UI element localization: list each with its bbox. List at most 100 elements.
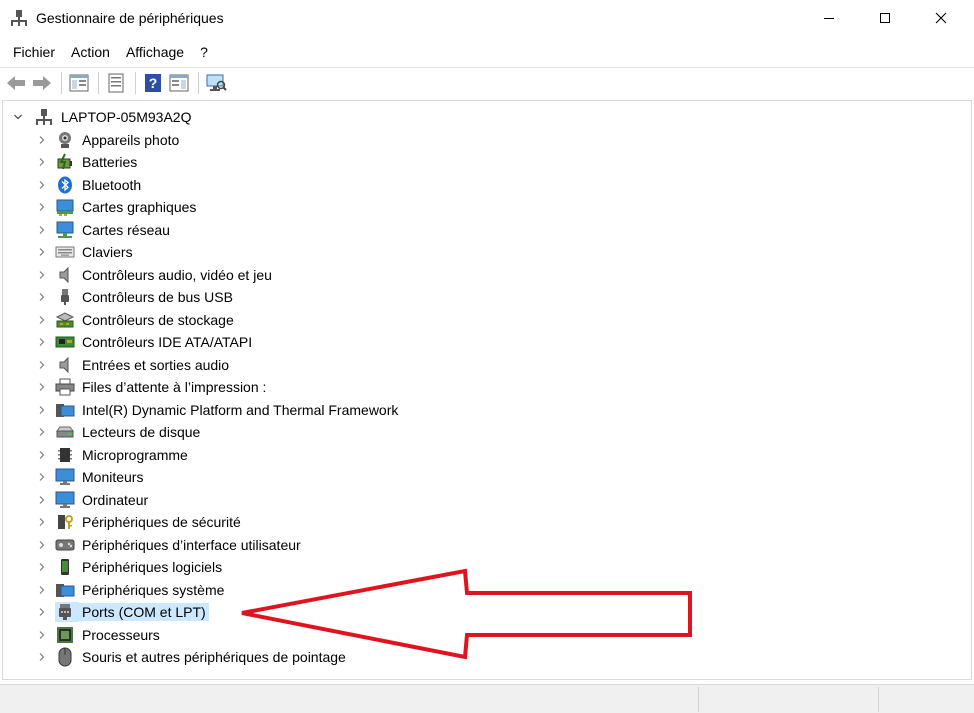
port-connector-icon [55, 602, 79, 623]
chevron-down-icon[interactable] [11, 110, 25, 124]
tree-item-batteries[interactable]: Batteries [3, 151, 971, 174]
ide-controller-icon [55, 332, 75, 352]
properties-button[interactable] [104, 71, 128, 95]
chevron-right-icon[interactable] [35, 448, 49, 462]
back-button[interactable] [4, 71, 28, 95]
tree-item-peripheriques-interface[interactable]: Périphériques d’interface utilisateur [3, 534, 971, 557]
status-bar-cell [698, 687, 878, 712]
tree-item-label: Contrôleurs IDE ATA/ATAPI [82, 334, 253, 351]
chevron-right-icon[interactable] [35, 335, 49, 349]
device-tree: LAPTOP-05M93A2Q Appareils photo Batterie… [3, 106, 971, 669]
tree-item-cartes-reseau[interactable]: Cartes réseau [3, 219, 971, 242]
system-device-icon [55, 400, 75, 420]
tree-item-label: Contrôleurs de bus USB [82, 289, 233, 306]
chevron-right-icon[interactable] [35, 200, 49, 214]
tree-item-label: Claviers [82, 244, 133, 261]
mouse-icon [55, 647, 75, 667]
firmware-chip-icon [55, 445, 75, 465]
tree-item-label: Entrées et sorties audio [82, 356, 230, 373]
tree-item-peripheriques-logiciels[interactable]: Périphériques logiciels [3, 556, 971, 579]
tree-item-moniteurs[interactable]: Moniteurs [3, 466, 971, 489]
tree-item-cartes-graphiques[interactable]: Cartes graphiques [3, 196, 971, 219]
tree-root-computer[interactable]: LAPTOP-05M93A2Q [3, 106, 971, 129]
help-icon: ? [145, 73, 161, 92]
menu-fichier[interactable]: Fichier [5, 38, 63, 66]
chevron-right-icon[interactable] [35, 380, 49, 394]
network-adapter-icon [55, 220, 75, 240]
menu-action[interactable]: Action [63, 38, 118, 66]
tree-item-lecteurs-disque[interactable]: Lecteurs de disque [3, 421, 971, 444]
show-hide-tree-icon [69, 74, 89, 91]
menu-help[interactable]: ? [192, 38, 216, 66]
close-button[interactable] [918, 0, 964, 36]
svg-text:?: ? [149, 75, 158, 91]
chevron-right-icon[interactable] [35, 425, 49, 439]
chevron-right-icon[interactable] [35, 403, 49, 417]
chevron-right-icon[interactable] [35, 268, 49, 282]
status-bar [0, 684, 974, 713]
window-title: Gestionnaire de périphériques [36, 10, 224, 26]
maximize-button[interactable] [862, 0, 908, 36]
chevron-right-icon[interactable] [35, 650, 49, 664]
chevron-right-icon[interactable] [35, 515, 49, 529]
show-hide-tree-button[interactable] [67, 71, 91, 95]
chevron-right-icon[interactable] [35, 313, 49, 327]
tree-item-peripheriques-securite[interactable]: Périphériques de sécurité [3, 511, 971, 534]
speaker-icon [55, 265, 75, 285]
tree-item-label: Moniteurs [82, 469, 144, 486]
tree-item-label: Batteries [82, 154, 138, 171]
tree-item-processeurs[interactable]: Processeurs [3, 624, 971, 647]
tree-item-entrees-sorties-audio[interactable]: Entrées et sorties audio [3, 354, 971, 377]
tree-item-label: Contrôleurs audio, vidéo et jeu [82, 266, 272, 283]
chevron-right-icon[interactable] [35, 155, 49, 169]
tree-item-peripheriques-systeme[interactable]: Périphériques système [3, 579, 971, 602]
tree-item-label: Cartes graphiques [82, 199, 197, 216]
tree-item-ordinateur[interactable]: Ordinateur [3, 489, 971, 512]
tree-item-microprogramme[interactable]: Microprogramme [3, 444, 971, 467]
processor-icon [55, 625, 75, 645]
back-arrow-icon [7, 75, 25, 90]
toolbar-separator [61, 71, 62, 94]
tree-item-label: Cartes réseau [82, 221, 170, 238]
chevron-right-icon[interactable] [35, 245, 49, 259]
chevron-right-icon[interactable] [35, 493, 49, 507]
forward-button[interactable] [30, 71, 54, 95]
chevron-right-icon[interactable] [35, 358, 49, 372]
tree-item-label: Périphériques d’interface utilisateur [82, 536, 301, 553]
chevron-right-icon[interactable] [35, 583, 49, 597]
tree-item-appareils-photo[interactable]: Appareils photo [3, 129, 971, 152]
minimize-button[interactable] [806, 0, 852, 36]
tree-item-claviers[interactable]: Claviers [3, 241, 971, 264]
device-tree-pane[interactable]: LAPTOP-05M93A2Q Appareils photo Batterie… [2, 100, 972, 680]
monitor-icon [55, 467, 75, 487]
scan-hardware-button[interactable] [204, 71, 228, 95]
chevron-right-icon[interactable] [35, 290, 49, 304]
tree-item-souris[interactable]: Souris et autres périphériques de pointa… [3, 646, 971, 669]
chevron-right-icon[interactable] [35, 560, 49, 574]
tree-item-controleurs-ide[interactable]: Contrôleurs IDE ATA/ATAPI [3, 331, 971, 354]
chevron-right-icon[interactable] [35, 178, 49, 192]
chevron-right-icon[interactable] [35, 470, 49, 484]
chevron-right-icon[interactable] [35, 538, 49, 552]
tree-item-bluetooth[interactable]: Bluetooth [3, 174, 971, 197]
tree-item-label: Processeurs [82, 626, 160, 643]
tree-item-files-impression[interactable]: Files d’attente à l’impression : [3, 376, 971, 399]
tree-item-controleurs-audio[interactable]: Contrôleurs audio, vidéo et jeu [3, 264, 971, 287]
action-pane-icon [169, 74, 189, 91]
tree-item-label: Microprogramme [82, 446, 188, 463]
chevron-right-icon[interactable] [35, 223, 49, 237]
tree-item-controleurs-stockage[interactable]: Contrôleurs de stockage [3, 309, 971, 332]
title-bar: Gestionnaire de périphériques [0, 0, 974, 38]
tree-item-ports-com-lpt[interactable]: Ports (COM et LPT) [3, 601, 971, 624]
tree-item-controleurs-usb[interactable]: Contrôleurs de bus USB [3, 286, 971, 309]
help-button[interactable]: ? [141, 71, 165, 95]
chevron-right-icon[interactable] [35, 605, 49, 619]
action-pane-button[interactable] [167, 71, 191, 95]
battery-icon [55, 152, 75, 172]
chevron-right-icon[interactable] [35, 628, 49, 642]
toolbar-separator [198, 71, 199, 94]
tree-item-intel-dptf[interactable]: Intel(R) Dynamic Platform and Thermal Fr… [3, 399, 971, 422]
chevron-right-icon[interactable] [35, 133, 49, 147]
menu-affichage[interactable]: Affichage [118, 38, 192, 66]
toolbar-separator [135, 71, 136, 94]
